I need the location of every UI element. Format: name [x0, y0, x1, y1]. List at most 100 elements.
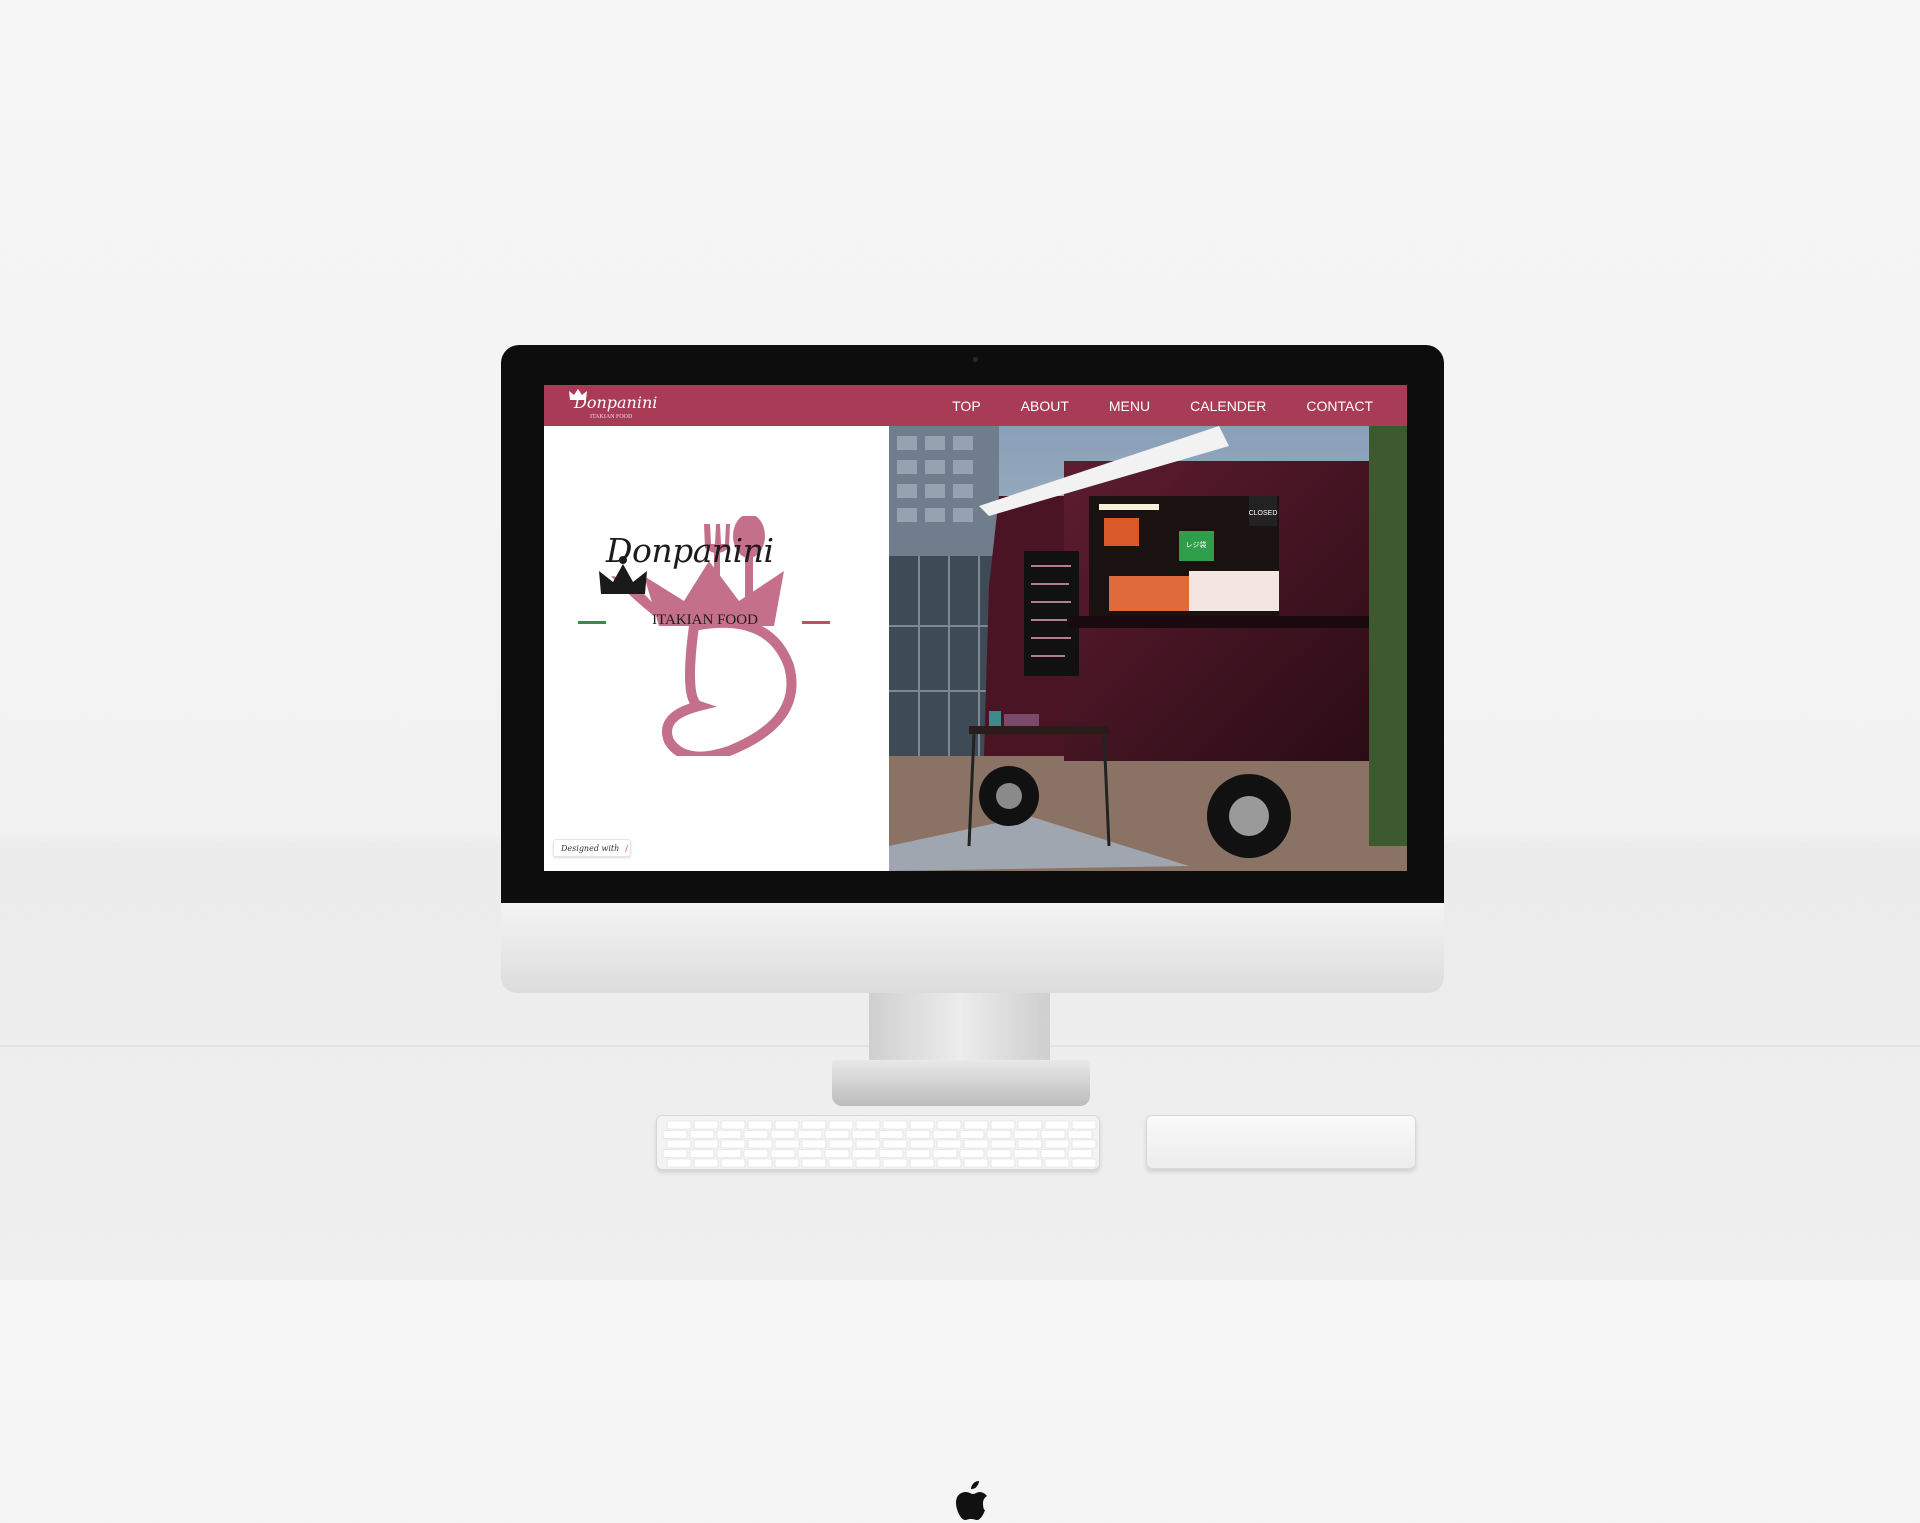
nav-calender[interactable]: CALENDER — [1190, 398, 1266, 414]
website-screen: Donpanini ITAKIAN FOOD TOP ABOUT MENU CA… — [544, 385, 1407, 871]
hero-tagline: ITAKIAN FOOD — [652, 612, 758, 628]
keyboard-key — [905, 1130, 931, 1139]
keyboard-key — [824, 1149, 850, 1158]
nav-menu[interactable]: MENU — [1109, 398, 1150, 414]
keyboard-key — [824, 1130, 850, 1139]
keyboard-key — [1017, 1120, 1043, 1130]
keyboard-key — [936, 1120, 962, 1130]
camera-icon — [973, 357, 978, 362]
keyboard-key — [1040, 1130, 1066, 1139]
keyboard-key — [662, 1149, 688, 1158]
keyboard-key — [801, 1120, 827, 1130]
keyboard-key — [801, 1139, 827, 1149]
keyboard-key — [855, 1120, 881, 1130]
keyboard-key — [1071, 1158, 1097, 1168]
keyboard-key — [936, 1158, 962, 1168]
keyboard-key — [1067, 1130, 1093, 1139]
keyboard-key — [959, 1149, 985, 1158]
keyboard-key — [990, 1139, 1016, 1149]
keyboard-key — [905, 1149, 931, 1158]
trackpad — [1146, 1115, 1416, 1169]
keyboard-key — [801, 1158, 827, 1168]
keyboard-key — [963, 1120, 989, 1130]
keyboard-key — [720, 1139, 746, 1149]
keyboard-key — [851, 1149, 877, 1158]
keyboard-key — [932, 1130, 958, 1139]
hero-brand: Donpanini — [606, 531, 774, 570]
keyboard — [656, 1115, 1100, 1170]
keyboard-key — [909, 1139, 935, 1149]
hero-logo-panel: Donpanini ITAKIAN FOOD Designed with / — [544, 426, 889, 871]
keyboard-key — [878, 1149, 904, 1158]
keyboard-key — [878, 1130, 904, 1139]
site-navbar: Donpanini ITAKIAN FOOD TOP ABOUT MENU CA… — [544, 385, 1407, 426]
closed-sign: CLOSED — [1249, 510, 1278, 517]
keyboard-key — [689, 1149, 715, 1158]
keyboard-key — [963, 1158, 989, 1168]
keyboard-key — [1071, 1120, 1097, 1130]
keyboard-key — [693, 1139, 719, 1149]
keyboard-key — [774, 1139, 800, 1149]
nav-tagline: ITAKIAN FOOD — [590, 414, 633, 420]
keyboard-key — [828, 1158, 854, 1168]
apple-logo-icon — [956, 1481, 987, 1520]
keyboard-key — [882, 1120, 908, 1130]
monitor-stand-foot — [832, 1060, 1090, 1106]
keyboard-key — [1071, 1139, 1097, 1149]
keyboard-key — [1013, 1149, 1039, 1158]
keyboard-key — [797, 1130, 823, 1139]
keyboard-key — [1017, 1139, 1043, 1149]
badge-label: Designed with — [561, 843, 620, 853]
monitor-chin — [501, 903, 1444, 1520]
tagline-rule-red — [802, 621, 830, 624]
keyboard-key — [1044, 1139, 1070, 1149]
keyboard-key — [1067, 1149, 1093, 1158]
keyboard-key — [770, 1130, 796, 1139]
monitor-stand-neck — [869, 993, 1050, 1063]
register-sign: レジ袋 — [1186, 540, 1207, 549]
keyboard-key — [959, 1130, 985, 1139]
keyboard-key — [720, 1158, 746, 1168]
keyboard-key — [716, 1130, 742, 1139]
nav-top[interactable]: TOP — [952, 398, 981, 414]
keyboard-key — [855, 1158, 881, 1168]
keyboard-key — [828, 1139, 854, 1149]
keyboard-key — [909, 1158, 935, 1168]
tagline-rule-green — [578, 621, 606, 624]
keyboard-key — [716, 1149, 742, 1158]
keyboard-key — [666, 1139, 692, 1149]
keyboard-key — [1013, 1130, 1039, 1139]
keyboard-key — [1040, 1149, 1066, 1158]
designed-with-badge[interactable]: Designed with / — [553, 839, 631, 857]
keyboard-key — [689, 1130, 715, 1139]
keyboard-key — [774, 1120, 800, 1130]
nav-brand: Donpanini — [574, 393, 658, 412]
keyboard-key — [1044, 1120, 1070, 1130]
keyboard-key — [662, 1130, 688, 1139]
keyboard-key — [693, 1120, 719, 1130]
keyboard-key — [932, 1149, 958, 1158]
keyboard-key — [666, 1158, 692, 1168]
keyboard-key — [855, 1139, 881, 1149]
pencil-icon: / — [625, 843, 628, 853]
keyboard-key — [1017, 1158, 1043, 1168]
keyboard-key — [963, 1139, 989, 1149]
nav-about[interactable]: ABOUT — [1021, 398, 1069, 414]
keyboard-key — [986, 1130, 1012, 1139]
nav-contact[interactable]: CONTACT — [1306, 398, 1373, 414]
keyboard-key — [743, 1149, 769, 1158]
keyboard-key — [770, 1149, 796, 1158]
keyboard-key — [882, 1139, 908, 1149]
nav-logo[interactable]: Donpanini ITAKIAN FOOD — [568, 388, 658, 424]
keyboard-key — [990, 1120, 1016, 1130]
keyboard-key — [990, 1158, 1016, 1168]
keyboard-key — [747, 1158, 773, 1168]
keyboard-key — [1044, 1158, 1070, 1168]
nav-links: TOP ABOUT MENU CALENDER CONTACT — [912, 385, 1373, 426]
keyboard-key — [909, 1120, 935, 1130]
keyboard-key — [986, 1149, 1012, 1158]
keyboard-key — [774, 1158, 800, 1168]
keyboard-key — [666, 1120, 692, 1130]
keyboard-key — [747, 1120, 773, 1130]
keyboard-key — [797, 1149, 823, 1158]
